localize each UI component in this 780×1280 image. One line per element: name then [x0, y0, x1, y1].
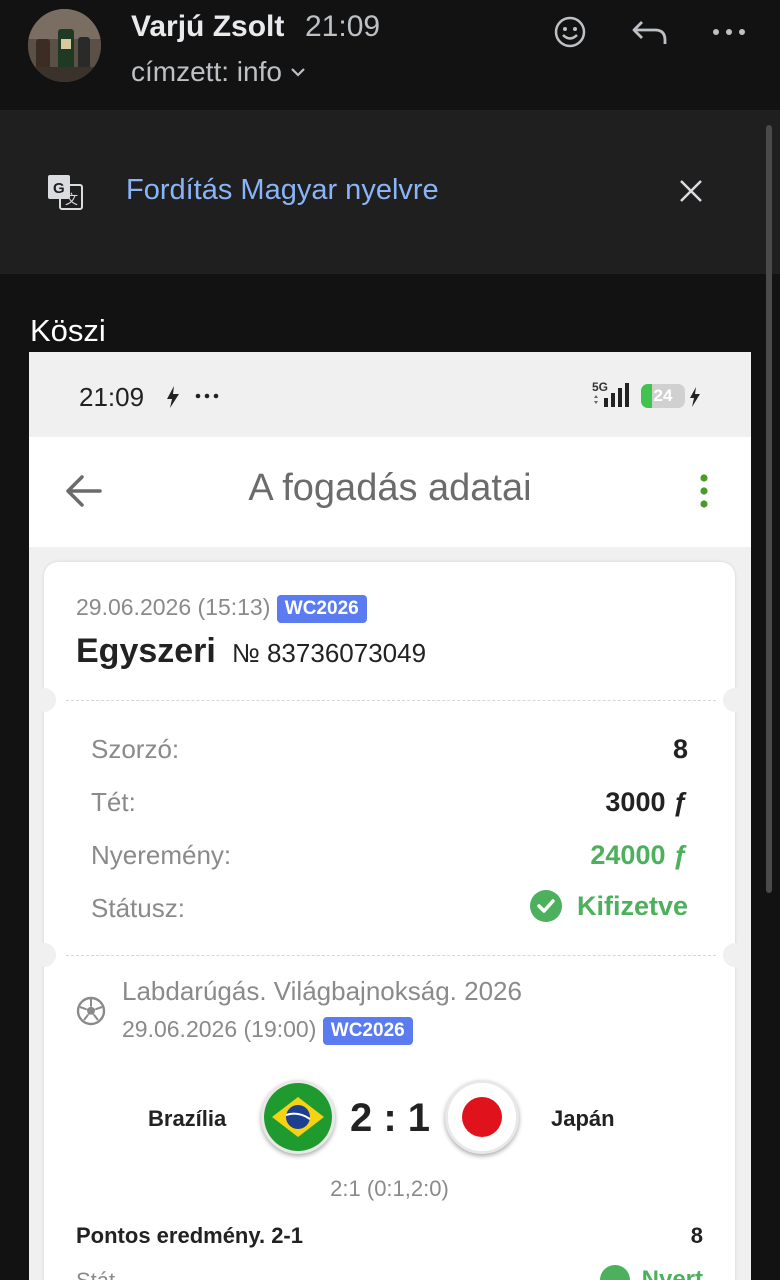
reply-icon[interactable]: [628, 10, 672, 54]
battery-icon: 24: [641, 384, 685, 408]
kebab-menu-icon[interactable]: [696, 472, 712, 510]
recipient-dropdown[interactable]: címzett: info: [131, 56, 306, 88]
check-circle-icon: [529, 890, 562, 922]
page-title: A fogadás adatai: [248, 467, 532, 509]
svg-text:文: 文: [65, 192, 78, 207]
selection-status-value: Nyert: [641, 1266, 703, 1280]
sender-name: Varjú Zsolt: [131, 10, 285, 43]
divider: [66, 700, 716, 701]
stake-value: 3000 ƒ: [605, 787, 688, 817]
away-team: Japán: [551, 1106, 615, 1131]
market-label: Pontos eredmény. 2-1: [76, 1223, 303, 1248]
scrollbar[interactable]: [766, 125, 772, 893]
bet-title-row: Egyszeri № 83736073049: [76, 632, 426, 671]
translate-icon: G 文: [48, 175, 83, 210]
emoji-icon[interactable]: [548, 10, 592, 54]
card-notch-left: [32, 943, 56, 967]
home-team: Brazília: [148, 1106, 227, 1131]
score: 2 : 1: [350, 1096, 431, 1140]
avatar[interactable]: [28, 9, 101, 82]
status-label: Státusz:: [91, 893, 185, 923]
svg-text:G: G: [53, 180, 65, 197]
email-time: 21:09: [305, 10, 381, 43]
winnings-value: 24000 ƒ: [590, 840, 688, 870]
selection-status-row: Nyert: [599, 1265, 703, 1280]
chevron-down-icon: [291, 68, 305, 77]
winnings-label: Nyeremény:: [91, 840, 232, 870]
bet-badge: WC2026: [276, 594, 367, 623]
signal-icon: [594, 383, 629, 407]
event-badge: WC2026: [322, 1016, 413, 1045]
status-time: 21:09: [79, 382, 145, 412]
brazil-flag-icon: [261, 1080, 335, 1154]
event-title: Labdarúgás. Világbajnokság. 2026: [122, 976, 522, 1006]
odds-value: 8: [672, 734, 688, 764]
recipient-label: címzett: info: [131, 56, 282, 87]
event-datetime-row: 29.06.2026 (19:00) WC2026: [122, 1016, 413, 1045]
attached-screenshot[interactable]: 21:09 5G 24 A fogadás adatai 29.06.2026 …: [29, 352, 751, 1280]
bet-card: 29.06.2026 (15:13) WC2026 Egyszeri № 837…: [32, 562, 747, 1280]
status-value: Kifizetve: [576, 890, 688, 921]
japan-flag-icon: [445, 1080, 519, 1154]
event-datetime: 29.06.2026 (19:00): [122, 1016, 317, 1042]
stake-label: Tét:: [91, 787, 136, 817]
battery-level: 24: [653, 386, 673, 405]
status-value-row: Kifizetve: [529, 890, 688, 922]
card-notch-right: [723, 943, 747, 967]
bet-header: 29.06.2026 (15:13) WC2026: [76, 594, 367, 623]
card-notch-right: [723, 688, 747, 712]
bet-datetime: 29.06.2026 (15:13): [76, 594, 271, 620]
odds-label: Szorzó:: [91, 734, 180, 764]
charging-icon: [167, 386, 179, 408]
email-body-text: Köszi: [30, 313, 106, 348]
soccer-ball-icon: [76, 996, 106, 1026]
bet-type: Egyszeri: [76, 632, 216, 670]
market-odds: 8: [690, 1223, 703, 1248]
translate-link[interactable]: Fordítás Magyar nyelvre: [126, 174, 439, 207]
more-dots-icon: [195, 393, 219, 399]
card-notch-left: [32, 688, 56, 712]
divider: [66, 955, 716, 956]
check-circle-icon: [599, 1265, 630, 1280]
selection-status-label: Stát: [76, 1268, 115, 1280]
close-icon[interactable]: [676, 176, 706, 206]
battery-charging-icon: [690, 387, 700, 407]
score-detail: 2:1 (0:1,2:0): [330, 1176, 449, 1201]
bet-number: № 83736073049: [231, 638, 427, 668]
more-icon[interactable]: [707, 10, 751, 54]
